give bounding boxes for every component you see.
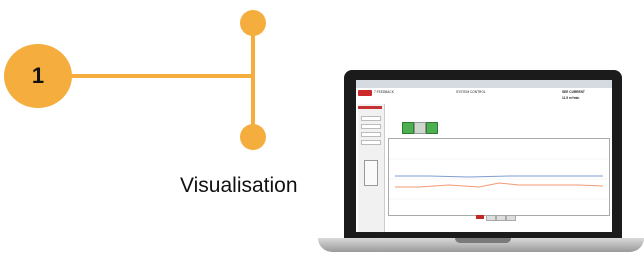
step-badge: 1 xyxy=(4,44,72,108)
range-button[interactable] xyxy=(486,215,496,221)
sidebar-active-item[interactable] xyxy=(358,106,382,109)
green-button[interactable] xyxy=(414,122,426,134)
step-label: Visualisation xyxy=(180,174,298,197)
green-button[interactable] xyxy=(426,122,438,134)
app-right-title: SEE CURRENT xyxy=(562,90,585,94)
range-button-active[interactable] xyxy=(476,215,484,219)
sidebar-button[interactable] xyxy=(361,116,381,121)
browser-bar xyxy=(356,80,612,88)
app-right-header: 11.5 m³/min xyxy=(562,96,580,100)
sidebar-button[interactable] xyxy=(361,132,381,137)
orange-series-line xyxy=(395,182,604,188)
sidebar-button[interactable] xyxy=(361,124,381,129)
laptop-screen: 7 FEEDBACK SYSTEM CONTROL SEE CURRENT 11… xyxy=(356,80,612,232)
horizontal-connector xyxy=(70,74,252,78)
app-logo xyxy=(358,90,372,96)
range-button[interactable] xyxy=(506,215,516,221)
sidebar-panel xyxy=(364,160,378,186)
vertical-connector xyxy=(251,24,255,136)
trend-chart xyxy=(388,138,610,216)
range-button[interactable] xyxy=(496,215,506,221)
trend-chart-svg xyxy=(389,158,609,200)
laptop-notch xyxy=(455,238,511,243)
blue-series-line xyxy=(395,175,603,178)
sidebar-button[interactable] xyxy=(361,140,381,145)
green-button[interactable] xyxy=(402,122,414,134)
app-left-header: 7 FEEDBACK xyxy=(374,90,394,94)
app-title: SYSTEM CONTROL xyxy=(456,90,486,94)
